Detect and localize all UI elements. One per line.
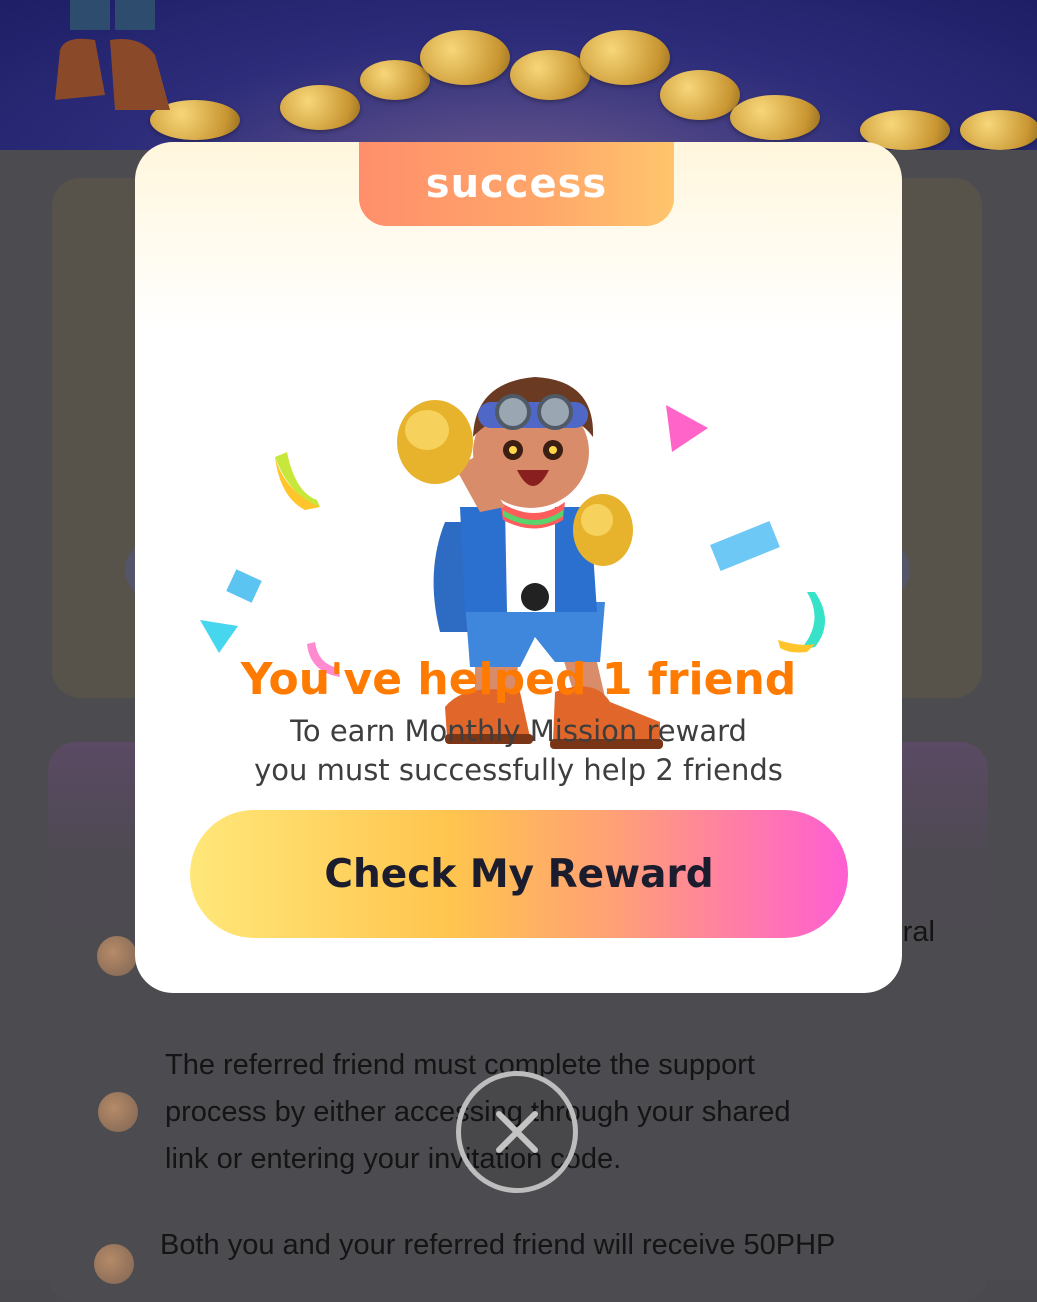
confetti-icon	[200, 620, 238, 653]
confetti-icon	[710, 521, 780, 571]
success-label: success	[425, 161, 608, 207]
confetti-icon	[666, 405, 708, 452]
close-button[interactable]	[456, 1071, 578, 1193]
success-dialog: success You've helped 1 friend To earn M…	[135, 142, 902, 993]
close-icon	[496, 1111, 538, 1153]
dialog-description-line: you must successfully help 2 friends	[254, 753, 783, 787]
dialog-description: To earn Monthly Mission reward you must …	[135, 712, 902, 790]
dialog-description-line: To earn Monthly Mission reward	[290, 714, 747, 748]
dialog-title: You've helped 1 friend	[240, 654, 797, 705]
success-tab: success	[359, 142, 674, 226]
confetti-icon	[800, 592, 825, 650]
check-my-reward-button[interactable]: Check My Reward	[190, 810, 848, 938]
confetti-icon	[226, 569, 262, 603]
